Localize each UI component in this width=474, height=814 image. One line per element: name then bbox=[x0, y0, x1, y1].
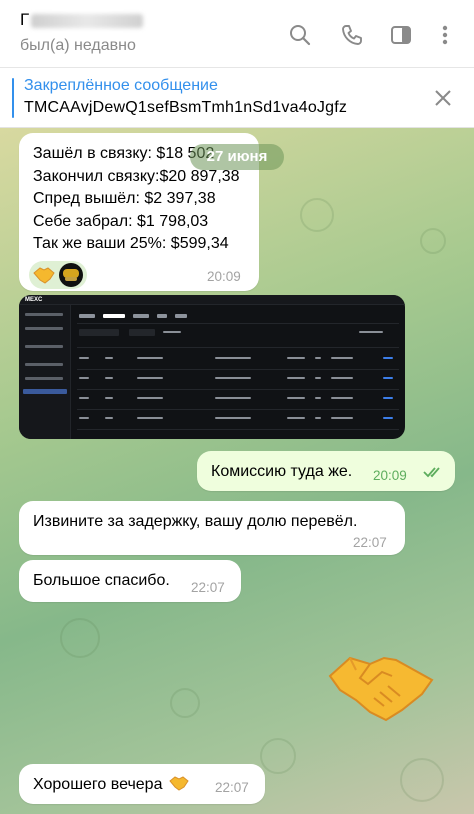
handshake-icon bbox=[169, 776, 189, 791]
message-text: Извините за задержку, вашу долю перевёл. bbox=[33, 513, 358, 530]
image-table-cell bbox=[215, 357, 251, 359]
message-incoming[interactable]: Извините за задержку, вашу долю перевёл.… bbox=[19, 501, 405, 555]
image-table-cell bbox=[79, 357, 89, 359]
message-text: Комиссию туда же. bbox=[211, 463, 353, 480]
sidebar-icon[interactable] bbox=[386, 20, 416, 50]
image-table-cell bbox=[215, 417, 251, 419]
pinned-message[interactable]: Закреплённое сообщение TMCAAvjDewQ1sefBs… bbox=[0, 68, 474, 128]
image-table-cell bbox=[287, 377, 305, 379]
image-table-cell bbox=[383, 417, 393, 419]
message-time: 22:07 bbox=[215, 780, 249, 795]
image-table-cell bbox=[287, 417, 305, 419]
image-table-cell bbox=[215, 397, 251, 399]
image-table-divider bbox=[77, 409, 399, 410]
background-doodle bbox=[420, 228, 446, 254]
image-table-cell bbox=[331, 357, 353, 359]
image-table-cell bbox=[137, 417, 163, 419]
message-time: 20:09 bbox=[207, 269, 241, 284]
message-time: 22:07 bbox=[191, 580, 225, 595]
image-table-cell bbox=[331, 397, 353, 399]
contact-name-redacted bbox=[31, 13, 144, 28]
image-table-cell bbox=[331, 417, 353, 419]
image-table-cell bbox=[383, 377, 393, 379]
contact-name[interactable]: Г bbox=[20, 10, 144, 30]
background-doodle bbox=[60, 618, 100, 658]
avatar bbox=[59, 263, 83, 287]
image-table-cell bbox=[137, 357, 163, 359]
image-table-cell bbox=[331, 377, 353, 379]
background-doodle bbox=[260, 738, 296, 774]
image-table-cell bbox=[79, 377, 89, 379]
search-icon[interactable] bbox=[285, 20, 315, 50]
message-text-content: Хорошего вечера bbox=[33, 776, 163, 793]
pinned-text: TMCAAvjDewQ1sefBsmTmh1nSd1va4oJgfz bbox=[24, 99, 348, 116]
image-attachment[interactable]: MEXC bbox=[19, 295, 405, 439]
image-table-cell bbox=[287, 397, 305, 399]
contact-status: был(а) недавно bbox=[20, 37, 136, 54]
message-line: Спред вышёл: $2 397,38 bbox=[33, 190, 216, 207]
image-topbar: MEXC bbox=[19, 295, 405, 305]
more-icon[interactable] bbox=[430, 20, 460, 50]
image-table-cell bbox=[315, 417, 321, 419]
message-text: Большое спасибо. bbox=[33, 572, 170, 589]
close-icon[interactable] bbox=[430, 85, 456, 111]
image-table-cell bbox=[105, 377, 113, 379]
image-table-cell bbox=[383, 357, 393, 359]
background-doodle bbox=[400, 758, 444, 802]
image-table-divider bbox=[77, 429, 399, 430]
image-table-cell bbox=[315, 357, 321, 359]
reaction-chip[interactable] bbox=[29, 261, 87, 289]
double-check-icon bbox=[423, 467, 440, 478]
image-table-cell bbox=[287, 357, 305, 359]
contact-name-initial: Г bbox=[20, 10, 30, 29]
message-line: Так же ваши 25%: $599,34 bbox=[33, 235, 229, 252]
message-time: 20:09 bbox=[373, 468, 407, 483]
chat-area[interactable]: Зашёл в связку: $18 502 Закончил связку:… bbox=[0, 128, 474, 814]
date-chip: 27 июня bbox=[190, 144, 284, 170]
pinned-title: Закреплённое сообщение bbox=[24, 77, 218, 94]
message-incoming[interactable]: Большое спасибо. 22:07 bbox=[19, 560, 241, 602]
image-table-cell bbox=[315, 397, 321, 399]
message-outgoing[interactable]: Комиссию туда же. 20:09 bbox=[197, 451, 455, 491]
image-table-cell bbox=[105, 357, 113, 359]
message-line: Себе забрал: $1 798,03 bbox=[33, 212, 209, 230]
handshake-icon bbox=[33, 267, 55, 284]
message-time: 22:07 bbox=[353, 535, 387, 550]
message-incoming[interactable]: Хорошего вечера 22:07 bbox=[19, 764, 265, 804]
image-table-cell bbox=[105, 397, 113, 399]
message-text: Хорошего вечера bbox=[33, 775, 189, 794]
image-table-cell bbox=[215, 377, 251, 379]
background-doodle bbox=[170, 688, 200, 718]
image-table-divider bbox=[77, 389, 399, 390]
image-table-cell bbox=[315, 377, 321, 379]
image-sidebar bbox=[19, 305, 71, 439]
image-logo: MEXC bbox=[25, 297, 43, 303]
image-table-cell bbox=[383, 397, 393, 399]
image-table-cell bbox=[105, 417, 113, 419]
pinned-indicator bbox=[12, 78, 14, 118]
image-table-cell bbox=[137, 377, 163, 379]
image-table-cell bbox=[137, 397, 163, 399]
image-table-cell bbox=[79, 397, 89, 399]
phone-icon[interactable] bbox=[337, 20, 367, 50]
image-table-divider bbox=[77, 369, 399, 370]
handshake-icon[interactable] bbox=[326, 650, 436, 722]
chat-header: Г был(а) недавно bbox=[0, 0, 474, 68]
image-table-cell bbox=[79, 417, 89, 419]
background-doodle bbox=[300, 198, 334, 232]
